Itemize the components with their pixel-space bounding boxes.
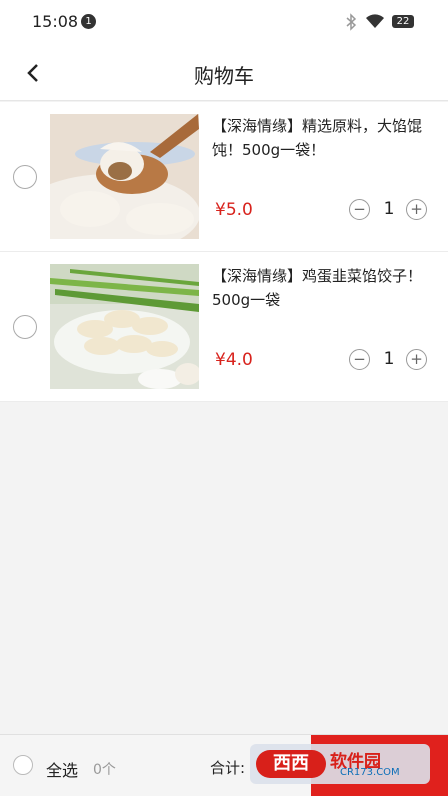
cart-screen: 15:08 1 22 购物车 【深海情缘】精选原料，大馅馄饨！500g一袋！ ¥… [0, 0, 448, 796]
item-title: 【深海情缘】鸡蛋韭菜馅饺子！500g一袋 [212, 267, 423, 309]
wonton-photo-icon[interactable] [50, 114, 199, 239]
watermark-logo: 西西 [256, 750, 326, 778]
watermark-url: CR173.COM [340, 767, 400, 778]
nav-bar: 购物车 [0, 44, 448, 101]
quantity-value: 1 [383, 199, 395, 219]
cart-list: 【深海情缘】精选原料，大馅馄饨！500g一袋！ ¥5.0 − 1 + 【深海情缘… [0, 102, 448, 402]
quantity-value: 1 [383, 349, 395, 369]
notification-badge: 1 [81, 14, 96, 29]
quantity-stepper: − 1 + [349, 199, 429, 221]
cart-item: 【深海情缘】鸡蛋韭菜馅饺子！500g一袋 ¥4.0 − 1 + [0, 252, 448, 402]
plus-button[interactable]: + [406, 199, 427, 220]
watermark: 西西 软件园 CR173.COM [250, 744, 430, 784]
item-checkbox[interactable] [13, 315, 37, 339]
status-bar: 15:08 1 22 [0, 0, 448, 44]
plus-button[interactable]: + [406, 349, 427, 370]
wifi-icon [366, 14, 384, 28]
select-all-checkbox[interactable] [13, 755, 33, 775]
battery-icon: 22 [392, 15, 414, 28]
total-label: 合计: [210, 759, 246, 777]
page-title: 购物车 [194, 64, 254, 88]
selected-count: 0个 [93, 762, 116, 778]
bluetooth-icon [346, 13, 357, 31]
select-all-label[interactable]: 全选 [46, 757, 78, 781]
cart-item: 【深海情缘】精选原料，大馅馄饨！500g一袋！ ¥5.0 − 1 + [0, 102, 448, 252]
item-price: ¥5.0 [215, 200, 253, 220]
minus-button[interactable]: − [349, 199, 370, 220]
status-time: 15:08 [32, 12, 79, 31]
quantity-stepper: − 1 + [349, 349, 429, 371]
item-checkbox[interactable] [13, 165, 37, 189]
dumpling-photo-icon[interactable] [50, 264, 199, 389]
item-price: ¥4.0 [215, 350, 253, 370]
item-title: 【深海情缘】精选原料，大馅馄饨！500g一袋！ [212, 117, 423, 159]
minus-button[interactable]: − [349, 349, 370, 370]
